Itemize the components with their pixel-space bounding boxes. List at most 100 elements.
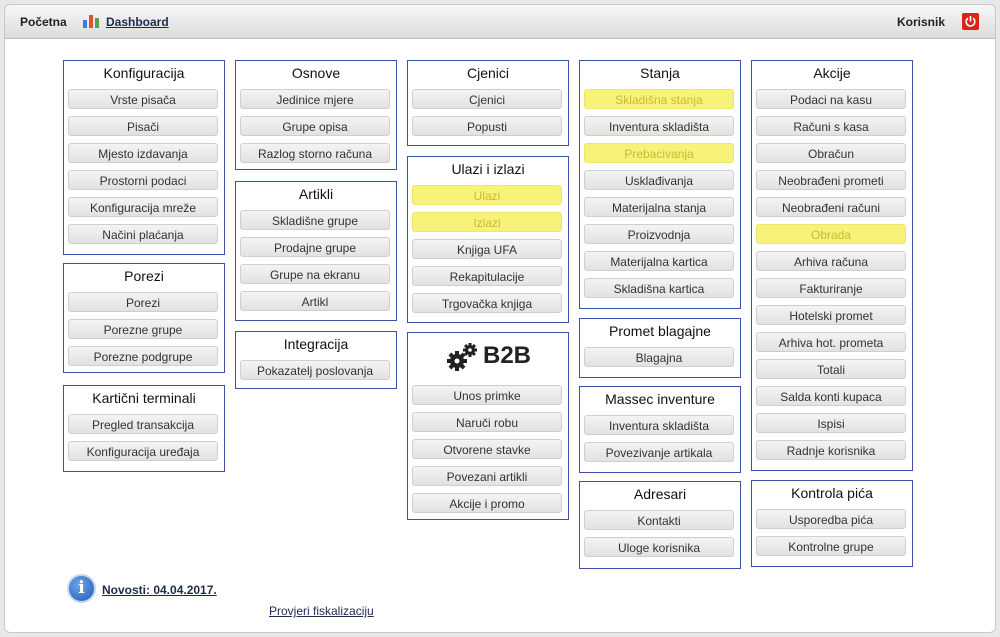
panel-stanja: Stanja Skladišna stanja Inventura skladi… (579, 60, 741, 309)
menu-button[interactable]: Totali (756, 359, 906, 379)
app-window: Početna Dashboard Korisnik Konfiguracija… (4, 4, 996, 633)
dashboard-link[interactable]: Dashboard (106, 15, 169, 29)
menu-button-highlighted[interactable]: Skladišna stanja (584, 89, 734, 109)
panel-title: Stanja (640, 65, 680, 81)
menu-button[interactable]: Inventura skladišta (584, 415, 734, 435)
panel-osnove: Osnove Jedinice mjere Grupe opisa Razlog… (235, 60, 397, 170)
menu-button[interactable]: Razlog storno računa (240, 143, 390, 163)
panel-title: Adresari (633, 486, 687, 502)
menu-button[interactable]: Popusti (412, 116, 562, 136)
panel-artikli: Artikli Skladišne grupe Prodajne grupe G… (235, 181, 397, 321)
menu-button[interactable]: Ispisi (756, 413, 906, 433)
power-icon[interactable] (962, 13, 979, 30)
menu-button[interactable]: Konfiguracija mreže (68, 197, 218, 217)
panel-b2b: B2B Unos primke Naruči robu Otvorene sta… (407, 332, 569, 520)
panel-ulazi-izlazi: Ulazi i izlazi Ulazi Izlazi Knjiga UFA R… (407, 156, 569, 323)
home-link[interactable]: Početna (20, 15, 67, 29)
menu-button[interactable]: Trgovačka knjiga (412, 293, 562, 313)
bar-chart-icon (83, 14, 99, 28)
menu-button[interactable]: Hotelski promet (756, 305, 906, 325)
menu-button[interactable]: Materijalna stanja (584, 197, 734, 217)
panel-title: Promet blagajne (609, 323, 711, 339)
panel-title: Massec inventure (605, 391, 715, 407)
menu-button[interactable]: Neobrađeni računi (756, 197, 906, 217)
menu-button[interactable]: Akcije i promo (412, 493, 562, 513)
panel-title: Kontrola pića (791, 485, 873, 501)
menu-button-highlighted[interactable]: Ulazi (412, 185, 562, 205)
menu-button[interactable]: Grupe na ekranu (240, 264, 390, 284)
menu-button[interactable]: Povezivanje artikala (584, 442, 734, 462)
panel-cjenici: Cjenici Cjenici Popusti (407, 60, 569, 146)
panel-kontrola-pica: Kontrola pića Usporedba pića Kontrolne g… (751, 480, 913, 567)
menu-button[interactable]: Usklađivanja (584, 170, 734, 190)
menu-button[interactable]: Mjesto izdavanja (68, 143, 218, 163)
menu-button[interactable]: Porezne podgrupe (68, 346, 218, 366)
menu-button[interactable]: Vrste pisača (68, 89, 218, 109)
menu-button[interactable]: Knjiga UFA (412, 239, 562, 259)
menu-button[interactable]: Porezne grupe (68, 319, 218, 339)
panel-title: Integracija (283, 336, 349, 352)
menu-button[interactable]: Jedinice mjere (240, 89, 390, 109)
menu-button[interactable]: Pregled transakcija (68, 414, 218, 434)
gears-icon (447, 343, 477, 371)
panel-title: Akcije (813, 65, 851, 81)
menu-button[interactable]: Otvorene stavke (412, 439, 562, 459)
panel-konfiguracija: Konfiguracija Vrste pisača Pisači Mjesto… (63, 60, 225, 255)
menu-button[interactable]: Prostorni podaci (68, 170, 218, 190)
news-link[interactable]: Novosti: 04.04.2017. (102, 583, 217, 597)
menu-button[interactable]: Pokazatelj poslovanja (240, 360, 390, 380)
menu-button-highlighted[interactable]: Obrada (756, 224, 906, 244)
menu-button[interactable]: Naruči robu (412, 412, 562, 432)
menu-button[interactable]: Usporedba pića (756, 509, 906, 529)
menu-button[interactable]: Prodajne grupe (240, 237, 390, 257)
menu-button[interactable]: Povezani artikli (412, 466, 562, 486)
menu-button[interactable]: Salda konti kupaca (756, 386, 906, 406)
panel-title: Kartični terminali (92, 390, 196, 406)
menu-button[interactable]: Materijalna kartica (584, 251, 734, 271)
menu-button[interactable]: Obračun (756, 143, 906, 163)
menu-button[interactable]: Fakturiranje (756, 278, 906, 298)
menu-button[interactable]: Pisači (68, 116, 218, 136)
panel-massec-inventure: Massec inventure Inventura skladišta Pov… (579, 386, 741, 473)
menu-button[interactable]: Načini plaćanja (68, 224, 218, 244)
menu-button[interactable]: Kontakti (584, 510, 734, 530)
menu-button[interactable]: Inventura skladišta (584, 116, 734, 136)
menu-button[interactable]: Računi s kasa (756, 116, 906, 136)
panel-title: Porezi (124, 268, 164, 284)
menu-button[interactable]: Kontrolne grupe (756, 536, 906, 556)
menu-button[interactable]: Podaci na kasu (756, 89, 906, 109)
user-menu[interactable]: Korisnik (897, 15, 945, 29)
panel-promet-blagajne: Promet blagajne Blagajna (579, 318, 741, 378)
menu-button[interactable]: Artikl (240, 291, 390, 311)
panel-akcije: Akcije Podaci na kasu Računi s kasa Obra… (751, 60, 913, 471)
menu-button-highlighted[interactable]: Izlazi (412, 212, 562, 232)
menu-button[interactable]: Konfiguracija uređaja (68, 441, 218, 461)
b2b-logo-text: B2B (483, 342, 532, 369)
menu-button[interactable]: Arhiva hot. prometa (756, 332, 906, 352)
b2b-logo: B2B (446, 341, 536, 371)
info-icon[interactable]: i (67, 574, 96, 603)
menu-button[interactable]: Unos primke (412, 385, 562, 405)
panel-title: Artikli (298, 186, 334, 202)
check-fiscalization-link[interactable]: Provjeri fiskalizaciju (269, 604, 374, 618)
panel-title: Konfiguracija (103, 65, 185, 81)
menu-button[interactable]: Grupe opisa (240, 116, 390, 136)
panel-title: Cjenici (466, 65, 509, 81)
menu-button[interactable]: Radnje korisnika (756, 440, 906, 460)
menu-button[interactable]: Skladišne grupe (240, 210, 390, 230)
panel-integracija: Integracija Pokazatelj poslovanja (235, 331, 397, 389)
panel-title: Osnove (291, 65, 341, 81)
menu-button[interactable]: Arhiva računa (756, 251, 906, 271)
menu-button[interactable]: Neobrađeni prometi (756, 170, 906, 190)
menu-button[interactable]: Cjenici (412, 89, 562, 109)
menu-button[interactable]: Proizvodnja (584, 224, 734, 244)
top-bar: Početna Dashboard Korisnik (5, 5, 995, 39)
menu-button[interactable]: Skladišna kartica (584, 278, 734, 298)
menu-button[interactable]: Uloge korisnika (584, 537, 734, 557)
menu-button[interactable]: Porezi (68, 292, 218, 312)
menu-button[interactable]: Rekapitulacije (412, 266, 562, 286)
menu-button-highlighted[interactable]: Prebacivanja (584, 143, 734, 163)
menu-button[interactable]: Blagajna (584, 347, 734, 367)
panel-title: Ulazi i izlazi (451, 161, 525, 177)
panel-porezi: Porezi Porezi Porezne grupe Porezne podg… (63, 263, 225, 373)
